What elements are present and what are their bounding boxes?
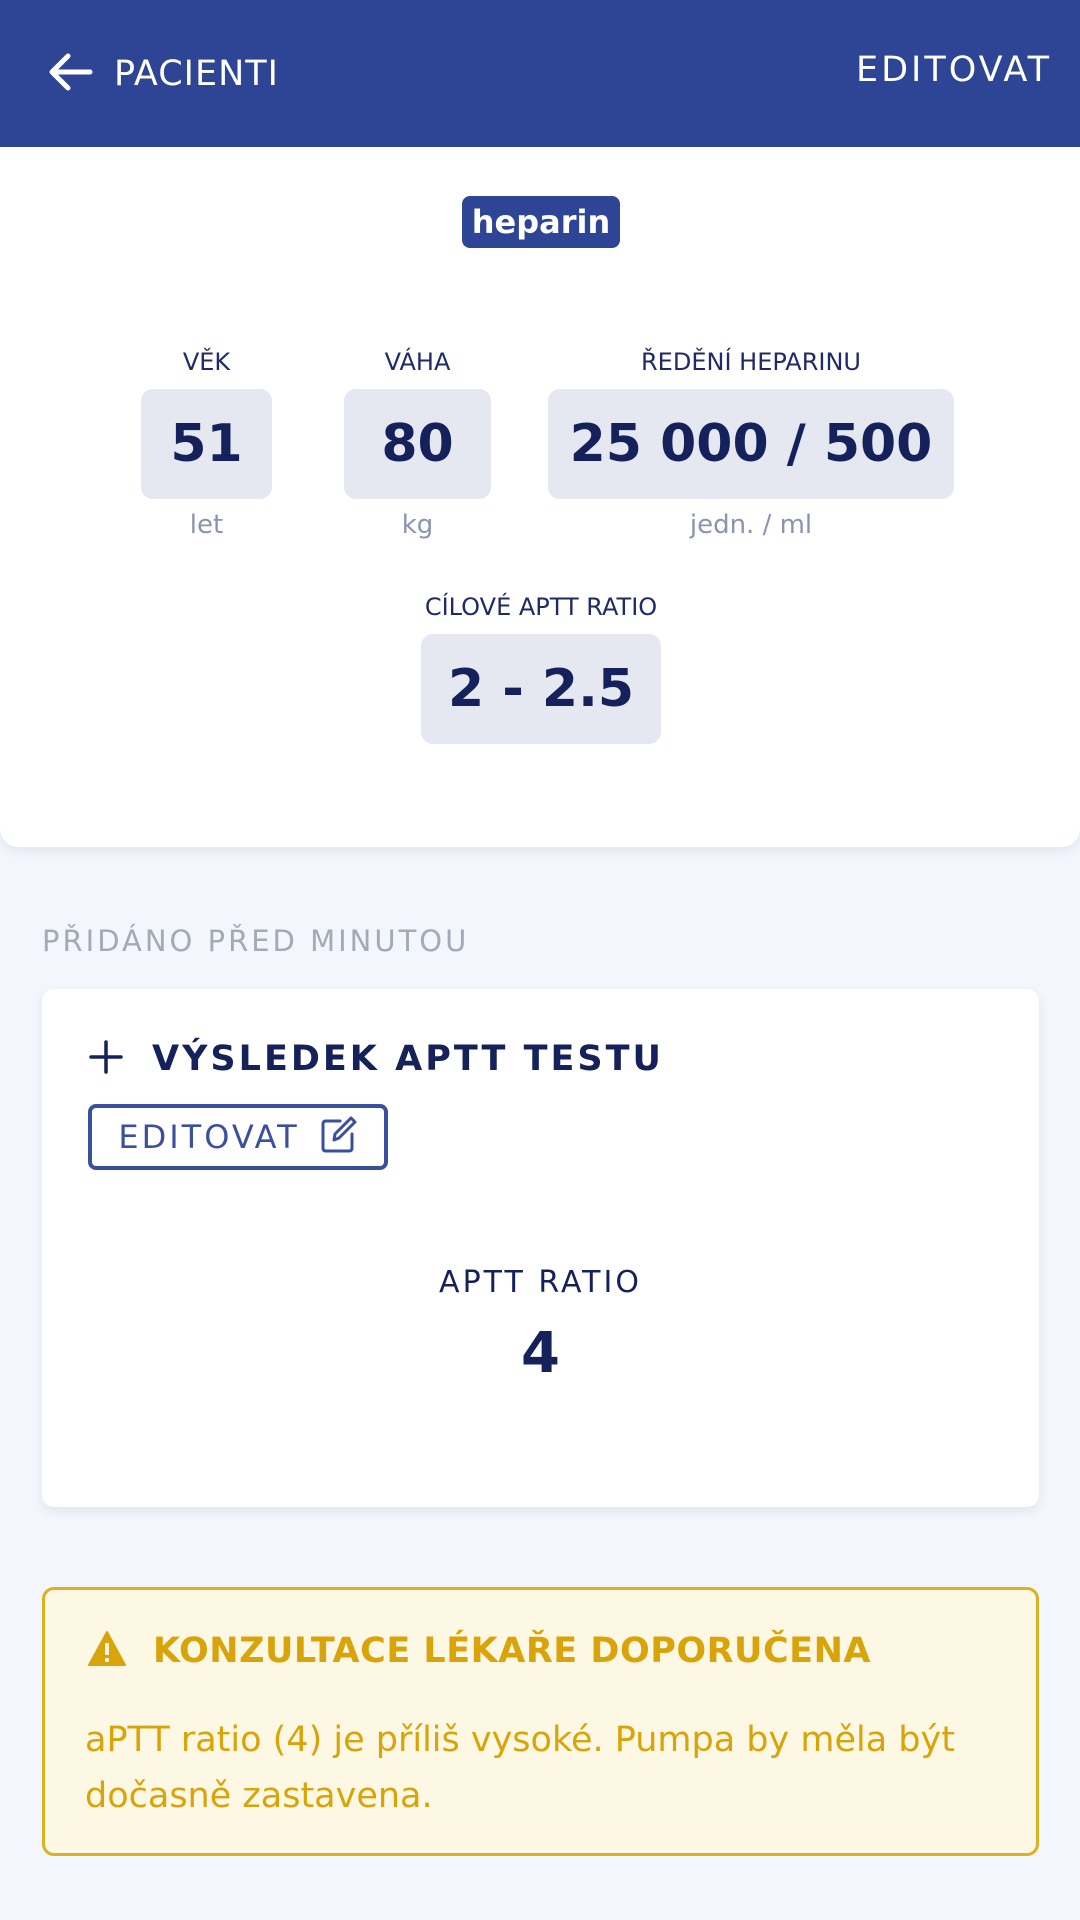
- age-value: 51: [141, 389, 272, 499]
- result-title-row[interactable]: VÝSLEDEK APTT TESTU: [88, 1039, 664, 1079]
- aptt-result-card: VÝSLEDEK APTT TESTU EDITOVAT APTT RATIO …: [42, 989, 1039, 1507]
- plus-icon: [88, 1039, 124, 1079]
- result-title: VÝSLEDEK APTT TESTU: [152, 1039, 664, 1079]
- app-bar: PACIENTI EDITOVAT: [0, 0, 1080, 147]
- weight-unit: kg: [401, 510, 434, 540]
- weight-label: VÁHA: [384, 348, 451, 376]
- added-timestamp: PŘIDÁNO PŘED MINUTOU: [42, 924, 470, 958]
- back-button-label: PACIENTI: [114, 54, 279, 94]
- age-unit: let: [189, 510, 224, 540]
- warning-message: aPTT ratio (4) je příliš vysoké. Pumpa b…: [85, 1720, 955, 1816]
- edit-patient-button[interactable]: EDITOVAT: [856, 50, 1052, 90]
- arrow-left-icon: [46, 47, 96, 101]
- warning-header: KONZULTACE LÉKAŘE DOPORUČENA: [87, 1630, 871, 1672]
- patient-card: heparin VĚK 51 let VÁHA 80 kg ŘEDĚNÍ HEP…: [0, 147, 1080, 847]
- aptt-ratio-value: 4: [521, 1321, 560, 1386]
- weight-value: 80: [344, 389, 491, 499]
- warning-box: KONZULTACE LÉKAŘE DOPORUČENA aPTT ratio …: [42, 1587, 1039, 1856]
- warning-icon: [87, 1630, 127, 1672]
- age-stat: VĚK 51 let: [141, 347, 272, 541]
- age-label: VĚK: [182, 348, 231, 376]
- target-label: CÍLOVÉ APTT RATIO: [424, 593, 658, 621]
- edit-result-label: EDITOVAT: [118, 1118, 300, 1156]
- dilution-label: ŘEDĚNÍ HEPARINU: [641, 348, 861, 376]
- dilution-unit: jedn. / ml: [689, 510, 813, 540]
- drug-badge: heparin: [462, 196, 620, 248]
- target-stat: CÍLOVÉ APTT RATIO 2 - 2.5: [421, 592, 661, 744]
- edit-result-button[interactable]: EDITOVAT: [88, 1104, 388, 1170]
- edit-icon: [300, 1115, 358, 1159]
- aptt-ratio-label: APTT RATIO: [439, 1265, 642, 1300]
- target-value: 2 - 2.5: [421, 634, 661, 744]
- weight-stat: VÁHA 80 kg: [344, 347, 491, 541]
- dilution-value: 25 000 / 500: [548, 389, 954, 499]
- warning-title: KONZULTACE LÉKAŘE DOPORUČENA: [153, 1631, 871, 1671]
- dilution-stat: ŘEDĚNÍ HEPARINU 25 000 / 500 jedn. / ml: [548, 347, 954, 541]
- back-button[interactable]: PACIENTI: [46, 44, 279, 104]
